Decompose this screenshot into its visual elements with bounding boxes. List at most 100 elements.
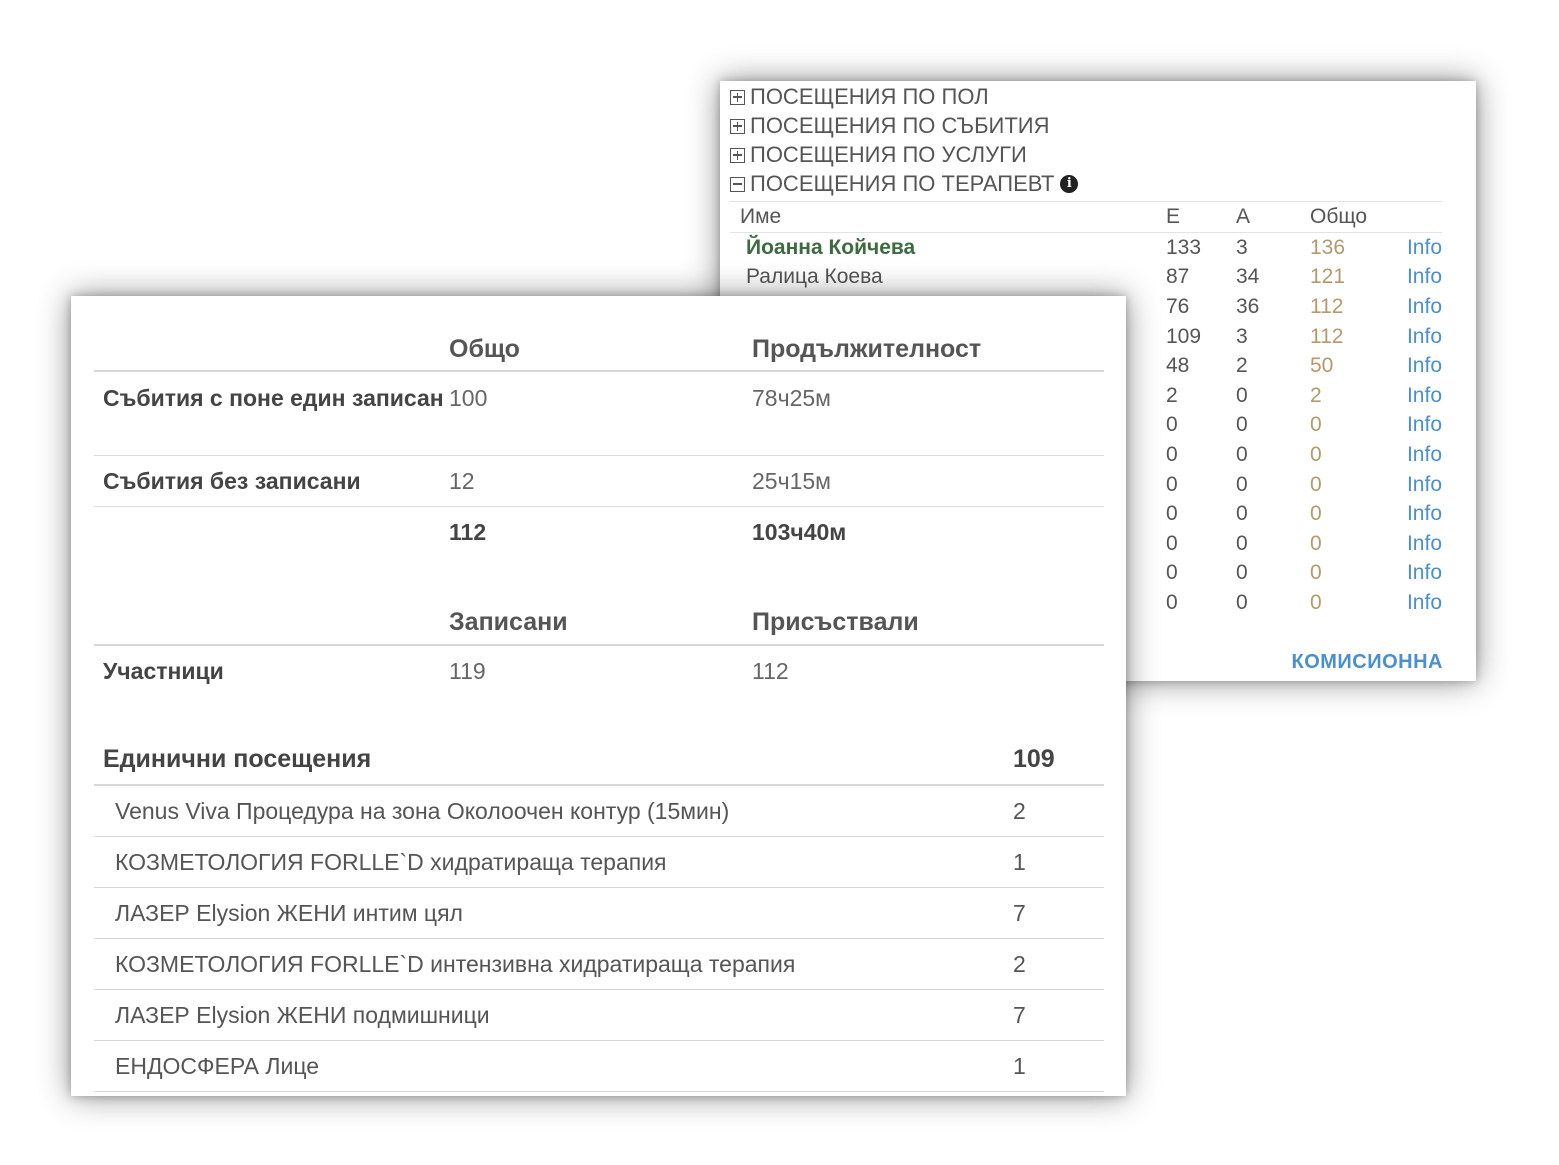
e-value: 133: [1166, 235, 1202, 259]
col-name: Име: [730, 201, 1156, 233]
a-value: 0: [1236, 590, 1248, 614]
total-value: 0: [1310, 590, 1322, 614]
table-row: Събития с поне един записан 100 78ч25м: [94, 371, 1104, 455]
e-value: 2: [1166, 383, 1178, 407]
a-value: 3: [1236, 235, 1248, 259]
total-value: 136: [1310, 235, 1346, 259]
visit-count: 7: [1013, 989, 1104, 1041]
total-value: 112: [1310, 324, 1344, 348]
participants-table: Записани Присъствали Участници 119 112: [94, 592, 1104, 697]
info-link[interactable]: Info: [1400, 529, 1442, 559]
visit-count: 2: [1013, 938, 1104, 990]
e-value: 87: [1166, 265, 1190, 289]
list-item: КОЗМЕТОЛОГИЯ FORLLE`D хидратираща терапи…: [94, 836, 1104, 888]
total-value: 2: [1310, 383, 1322, 407]
a-value: 0: [1236, 442, 1248, 466]
sum-duration: 103ч40м: [752, 518, 847, 545]
e-value: 0: [1166, 472, 1178, 496]
info-link[interactable]: Info: [1400, 499, 1442, 529]
visit-count: 2: [1013, 785, 1104, 837]
row-label: Събития с поне един записан: [103, 385, 444, 411]
accordion-services[interactable]: ПОСЕЩЕНИЯ ПО УСЛУГИ: [730, 141, 1027, 169]
row-duration: 25ч15м: [752, 467, 831, 494]
info-link[interactable]: Info: [1400, 292, 1442, 322]
sum-total: 112: [449, 518, 487, 545]
col-total: Общо: [1300, 201, 1400, 233]
total-value: 0: [1310, 442, 1322, 466]
a-value: 2: [1236, 354, 1248, 378]
accordion-label: ПОСЕЩЕНИЯ ПО ПОЛ: [750, 84, 989, 109]
col-duration: Продължителност: [752, 334, 982, 363]
visit-label: ЛАЗЕР Elysion ЖЕНИ подмишници: [94, 989, 1013, 1041]
visit-count: 1: [1013, 1040, 1104, 1092]
expand-icon: [730, 89, 745, 105]
info-link[interactable]: Info: [1400, 411, 1442, 441]
info-link[interactable]: Info: [1400, 470, 1442, 500]
total-value: 50: [1310, 354, 1334, 378]
row-duration: 78ч25м: [752, 385, 831, 411]
commission-link[interactable]: КОМИСИОННА: [1291, 651, 1443, 674]
single-visits-table: Единични посещения 109 Venus Viva Процед…: [94, 734, 1104, 1092]
row-total: 12: [449, 467, 475, 494]
e-value: 0: [1166, 531, 1178, 555]
a-value: 0: [1236, 561, 1248, 585]
e-value: 0: [1166, 413, 1178, 437]
visit-label: ЕНДОСФЕРА Лице: [94, 1040, 1013, 1092]
attended-value: 112: [752, 658, 789, 684]
table-row: Ралица Коева 87 34 121 Info: [730, 263, 1442, 293]
col-attended: Присъствали: [752, 607, 919, 636]
visit-label: Venus Viva Процедура на зона Околоочен к…: [94, 785, 1013, 837]
accordion-therapist[interactable]: ПОСЕЩЕНИЯ ПО ТЕРАПЕВТ i: [730, 170, 1079, 198]
info-link[interactable]: Info: [1400, 588, 1442, 618]
accordion-label: ПОСЕЩЕНИЯ ПО УСЛУГИ: [750, 142, 1027, 167]
info-link[interactable]: Info: [1400, 351, 1442, 381]
accordion-label: ПОСЕЩЕНИЯ ПО ТЕРАПЕВТ: [750, 171, 1055, 196]
table-row: Участници 119 112: [94, 645, 1104, 697]
a-value: 0: [1236, 531, 1248, 555]
list-item: ЛАЗЕР Elysion ЖЕНИ подмишници 7: [94, 989, 1104, 1041]
accordion-events[interactable]: ПОСЕЩЕНИЯ ПО СЪБИТИЯ: [730, 112, 1049, 140]
expand-icon: [730, 118, 745, 134]
summary-row: 112 103ч40м: [94, 506, 1104, 557]
total-value: 0: [1310, 472, 1322, 496]
total-value: 121: [1310, 265, 1346, 289]
a-value: 0: [1236, 383, 1248, 407]
single-visits-header: Единични посещения 109: [94, 734, 1104, 786]
total-value: 0: [1310, 531, 1322, 555]
row-label: Участници: [103, 658, 224, 684]
e-value: 76: [1166, 294, 1190, 318]
col-a: А: [1226, 201, 1300, 233]
accordion-gender[interactable]: ПОСЕЩЕНИЯ ПО ПОЛ: [730, 83, 989, 111]
list-item: ЛАЗЕР Elysion ЖЕНИ интим цял 7: [94, 887, 1104, 939]
expand-icon: [730, 147, 745, 163]
total-value: 0: [1310, 561, 1322, 585]
e-value: 109: [1166, 324, 1202, 348]
visit-label: КОЗМЕТОЛОГИЯ FORLLE`D интензивна хидрати…: [94, 938, 1013, 990]
info-link[interactable]: Info: [1400, 233, 1442, 263]
col-e: Е: [1156, 201, 1226, 233]
info-link[interactable]: Info: [1400, 559, 1442, 589]
single-visits-total: 109: [1013, 734, 1104, 786]
e-value: 0: [1166, 442, 1178, 466]
list-item: ЕНДОСФЕРА Лице 1: [94, 1040, 1104, 1092]
info-link[interactable]: Info: [1400, 263, 1442, 293]
a-value: 36: [1236, 294, 1260, 318]
total-value: 0: [1310, 502, 1322, 526]
accordion-label: ПОСЕЩЕНИЯ ПО СЪБИТИЯ: [750, 113, 1050, 138]
info-link[interactable]: Info: [1400, 381, 1442, 411]
visit-count: 7: [1013, 887, 1104, 939]
info-link[interactable]: Info: [1400, 440, 1442, 470]
visit-count: 1: [1013, 836, 1104, 888]
a-value: 34: [1236, 265, 1260, 289]
e-value: 0: [1166, 590, 1178, 614]
info-link[interactable]: Info: [1400, 322, 1442, 352]
row-label: Събития без записани: [103, 467, 361, 494]
a-value: 0: [1236, 502, 1248, 526]
a-value: 0: [1236, 472, 1248, 496]
list-item: Venus Viva Процедура на зона Околоочен к…: [94, 785, 1104, 837]
single-visits-title: Единични посещения: [94, 734, 1013, 786]
total-value: 0: [1310, 413, 1322, 437]
info-icon[interactable]: i: [1060, 175, 1079, 193]
a-value: 3: [1236, 324, 1248, 348]
therapist-name: Йоанна Койчева: [746, 235, 916, 259]
